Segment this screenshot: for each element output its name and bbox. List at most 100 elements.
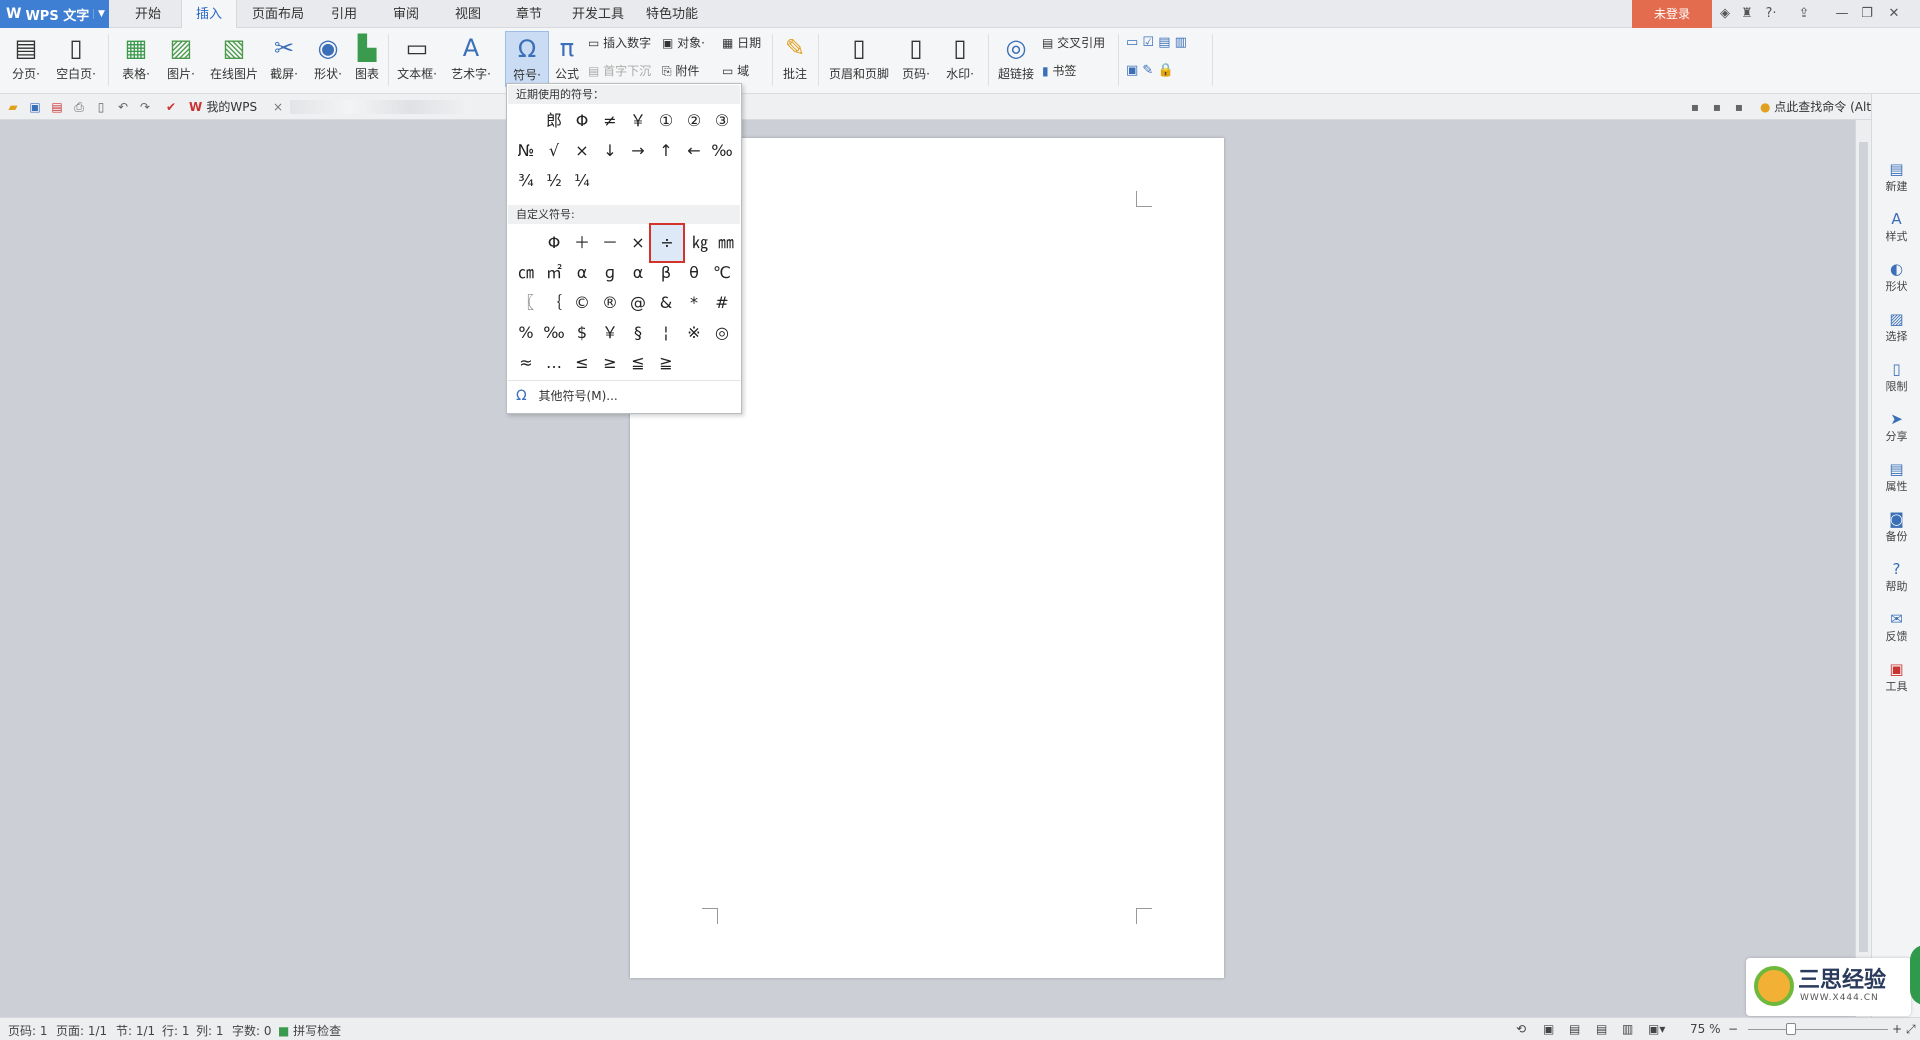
tab-review[interactable]: 审阅: [382, 0, 430, 28]
pdf-icon[interactable]: ▤: [48, 98, 66, 116]
preview-icon[interactable]: ▯: [92, 98, 110, 116]
symbol-item[interactable]: ¼: [569, 168, 595, 194]
page-break-button[interactable]: ▤ 分页·: [6, 31, 46, 87]
floating-green-button[interactable]: [1910, 945, 1920, 1005]
view-read-icon[interactable]: ▣▾: [1648, 1022, 1665, 1036]
symbol-item[interactable]: §: [625, 320, 651, 346]
tab-chapter[interactable]: 章节: [505, 0, 553, 28]
symbol-item[interactable]: ®: [597, 290, 623, 316]
symbol-item[interactable]: ×: [569, 138, 595, 164]
side-shapes[interactable]: ◐ 形状: [1872, 260, 1920, 294]
date-button[interactable]: ▦ 日期: [722, 34, 761, 52]
symbol-item[interactable]: ㎏: [687, 230, 713, 256]
symbol-item[interactable]: ‰: [541, 320, 567, 346]
symbol-item[interactable]: ＋: [569, 230, 595, 256]
symbol-item[interactable]: β: [653, 260, 679, 286]
scrollbar-thumb[interactable]: [1859, 142, 1868, 952]
symbol-item[interactable]: ɡ: [597, 260, 623, 286]
symbol-item[interactable]: －: [597, 230, 623, 256]
zoom-slider-handle[interactable]: [1786, 1023, 1796, 1035]
panel-icon[interactable]: ▪: [1686, 98, 1704, 116]
design-controls-group[interactable]: ▣ ✎ 🔒: [1126, 62, 1174, 80]
save-icon[interactable]: ▣: [26, 98, 44, 116]
shirt-icon[interactable]: ♜: [1738, 5, 1756, 23]
fit-page-icon[interactable]: ▣: [1543, 1022, 1554, 1036]
side-new[interactable]: ▤ 新建: [1872, 160, 1920, 194]
close-tab-icon[interactable]: ×: [273, 100, 283, 114]
symbol-item[interactable]: ≦: [625, 350, 651, 376]
doc-tab-mywps[interactable]: W 我的WPS ×: [185, 96, 283, 118]
symbol-item[interactable]: …: [541, 350, 567, 376]
close-icon[interactable]: ✕: [1885, 5, 1903, 23]
arrange-icon[interactable]: ▪: [1730, 98, 1748, 116]
side-properties[interactable]: ▤ 属性: [1872, 460, 1920, 494]
symbol-item[interactable]: 〖: [513, 290, 539, 316]
history-icon[interactable]: ⟲: [1516, 1022, 1526, 1036]
header-footer-button[interactable]: ▯ 页眉和页脚: [826, 31, 892, 87]
symbol-item[interactable]: ｛: [541, 290, 567, 316]
help-icon[interactable]: ?·: [1760, 5, 1782, 23]
chart-button[interactable]: ▙ 图表: [350, 31, 384, 87]
symbol-item[interactable]: α: [569, 260, 595, 286]
attachment-button[interactable]: ⎘ 附件: [662, 62, 699, 80]
drop-cap-button[interactable]: ▤ 首字下沉: [588, 62, 651, 80]
skin-icon[interactable]: ◈: [1716, 5, 1734, 23]
chevron-down-icon[interactable]: ▼: [93, 9, 109, 19]
zoom-slider-track[interactable]: [1748, 1029, 1888, 1030]
symbol-item[interactable]: ㎜: [713, 230, 739, 256]
undo-icon[interactable]: ↶: [114, 98, 132, 116]
side-tools[interactable]: ▣ 工具: [1872, 660, 1920, 694]
symbol-item[interactable]: ≧: [653, 350, 679, 376]
symbol-item[interactable]: ‰: [709, 138, 735, 164]
symbol-item[interactable]: ℃: [709, 260, 735, 286]
online-picture-button[interactable]: ▧ 在线图片: [207, 31, 261, 87]
tab-insert[interactable]: 插入: [181, 0, 237, 29]
cross-reference-button[interactable]: ▤ 交叉引用: [1042, 34, 1105, 52]
zoom-level[interactable]: 75 %: [1690, 1022, 1721, 1036]
shape-button[interactable]: ◉ 形状·: [308, 31, 348, 87]
tab-references[interactable]: 引用: [320, 0, 368, 28]
symbol-item[interactable]: Φ: [569, 108, 595, 134]
login-button[interactable]: 未登录: [1632, 0, 1712, 28]
symbol-item[interactable]: ≥: [597, 350, 623, 376]
symbol-item[interactable]: ¦: [653, 320, 679, 346]
tab-developer[interactable]: 开发工具: [566, 0, 630, 28]
vertical-scrollbar[interactable]: [1855, 120, 1871, 1017]
symbol-item[interactable]: ￥: [625, 108, 651, 134]
fullscreen-icon[interactable]: ⤢: [1906, 1022, 1916, 1037]
symbol-item[interactable]: *: [681, 290, 707, 316]
open-icon[interactable]: ▰: [4, 98, 22, 116]
symbol-item[interactable]: ㎝: [513, 260, 539, 286]
print-icon[interactable]: ⎙: [70, 98, 88, 116]
tab-start[interactable]: 开始: [124, 0, 172, 28]
object-button[interactable]: ▣ 对象·: [662, 34, 705, 52]
page-number-button[interactable]: ▯ 页码·: [896, 31, 936, 87]
spell-check-button[interactable]: ■ 拼写检查: [278, 1022, 341, 1039]
tab-page-layout[interactable]: 页面布局: [246, 0, 310, 28]
side-share[interactable]: ➤ 分享: [1872, 410, 1920, 444]
side-help[interactable]: ? 帮助: [1872, 560, 1920, 594]
upload-icon[interactable]: ⇪: [1795, 5, 1813, 23]
redo-icon[interactable]: ↷: [136, 98, 154, 116]
tab-view[interactable]: 视图: [444, 0, 492, 28]
symbol-item[interactable]: Φ: [541, 230, 567, 256]
wordart-button[interactable]: A 艺术字·: [446, 31, 496, 87]
symbol-item-divide-selected[interactable]: ÷: [649, 223, 685, 263]
symbol-item[interactable]: ≈: [513, 350, 539, 376]
watermark-button[interactable]: ▯ 水印·: [940, 31, 980, 87]
symbol-item[interactable]: ≠: [597, 108, 623, 134]
symbol-item[interactable]: @: [625, 290, 651, 316]
bookmark-button[interactable]: ▮ 书签: [1042, 62, 1076, 80]
more-symbols-button[interactable]: Ω 其他符号(M)...: [508, 380, 740, 412]
view-web-icon[interactable]: ▤: [1596, 1022, 1607, 1036]
tab-features[interactable]: 特色功能: [640, 0, 704, 28]
symbol-item[interactable]: ㎡: [541, 260, 567, 286]
zoom-out-button[interactable]: −: [1728, 1022, 1738, 1036]
view-outline-icon[interactable]: ▥: [1622, 1022, 1633, 1036]
symbol-item[interactable]: ￥: [597, 320, 623, 346]
symbol-item[interactable]: ←: [681, 138, 707, 164]
symbol-item[interactable]: ≤: [569, 350, 595, 376]
formula-button[interactable]: π 公式: [552, 31, 582, 87]
app-menu-button[interactable]: W WPS 文字 ▼: [0, 0, 109, 28]
symbol-item[interactable]: ③: [709, 108, 735, 134]
